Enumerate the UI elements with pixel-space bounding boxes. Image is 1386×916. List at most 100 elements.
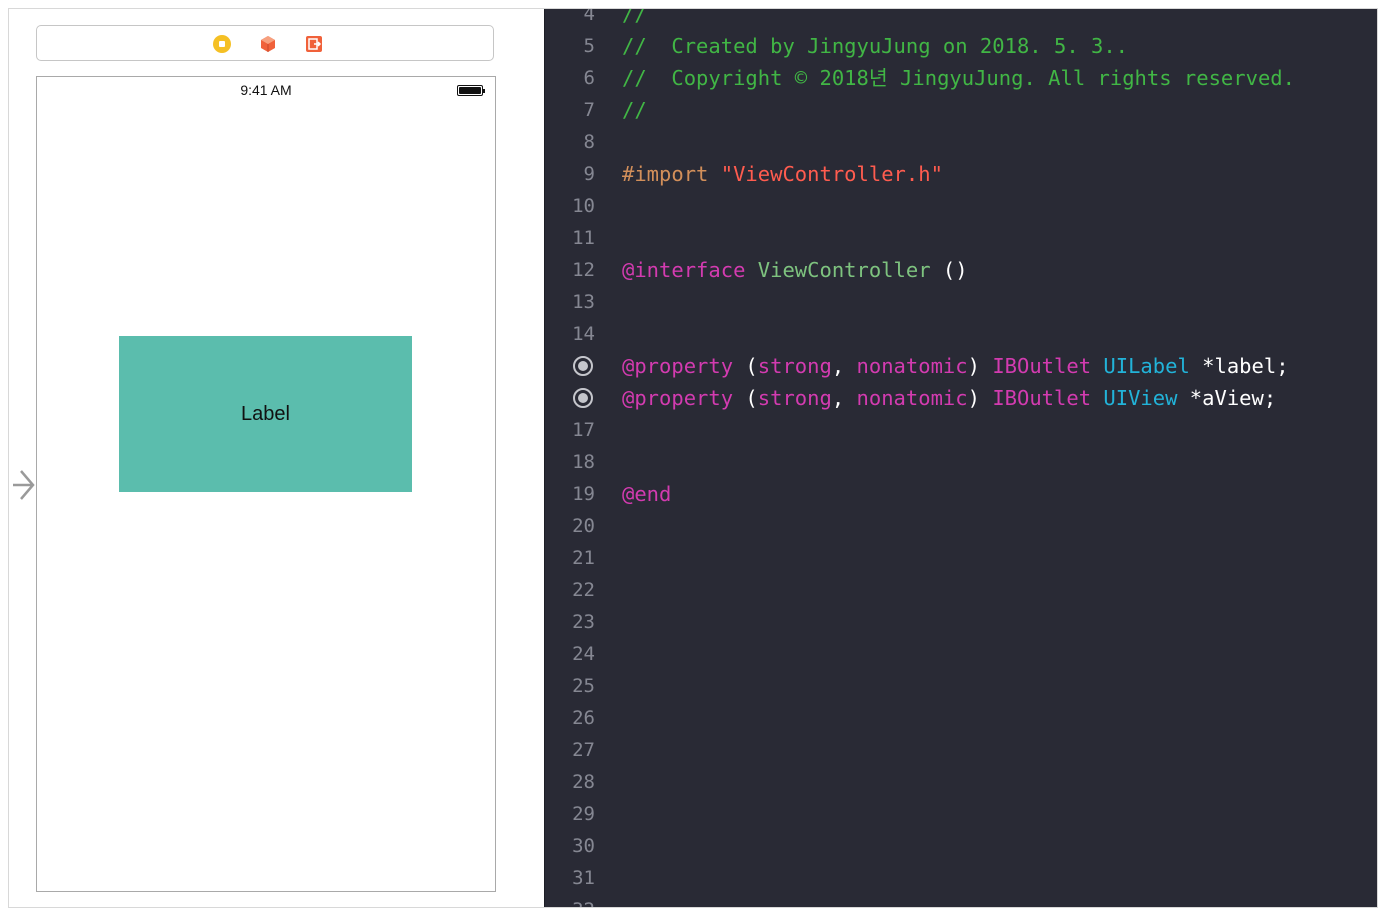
code-line[interactable]: 12 @interface ViewController () (545, 254, 1377, 286)
code-token: @property (622, 354, 734, 378)
line-number: 19 (572, 483, 595, 505)
code-editor[interactable]: 4 // 5 // Created by JingyuJung on 2018. 5.… (544, 9, 1377, 907)
line-number: 10 (572, 195, 595, 217)
code-token: ViewController (757, 258, 931, 282)
code-line[interactable]: 27 (545, 734, 1377, 766)
code-line[interactable]: @property (strong, nonatomic) IBOutlet U… (545, 350, 1377, 382)
view-controller-icon[interactable] (213, 35, 231, 53)
a-view[interactable]: Label (119, 336, 412, 492)
line-number: 22 (572, 579, 595, 601)
line-number: 14 (572, 323, 595, 345)
code-token: , (831, 354, 857, 378)
status-bar-time: 9:41 AM (240, 82, 292, 98)
scene-dock (36, 25, 494, 61)
code-line[interactable]: 7 // (545, 94, 1377, 126)
code-line[interactable]: @property (strong, nonatomic) IBOutlet U… (545, 382, 1377, 414)
code-line[interactable]: 19 @end (545, 478, 1377, 510)
line-number: 24 (572, 643, 595, 665)
code-line[interactable]: 9 #import "ViewController.h" (545, 158, 1377, 190)
line-number: 27 (572, 739, 595, 761)
code-token: IBOutlet (992, 354, 1092, 378)
code-token: ) (967, 354, 993, 378)
code-token: () (930, 258, 968, 282)
code-token: strong (757, 354, 832, 378)
storyboard-canvas[interactable]: 9:41 AM Label (9, 9, 544, 907)
line-number: 32 (545, 894, 595, 907)
line-number: 4 (583, 9, 595, 25)
line-number: 5 (583, 35, 595, 57)
code-token: // (622, 98, 647, 122)
code-line[interactable]: 32 (545, 894, 1377, 907)
code-token: "ViewController.h" (720, 162, 943, 186)
code-token: // Created by JingyuJung on 2018. 5. 3.. (622, 34, 1129, 58)
code-line[interactable]: 13 (545, 286, 1377, 318)
code-line[interactable]: 29 (545, 798, 1377, 830)
line-number: 8 (583, 131, 595, 153)
code-text: @property (strong, nonatomic) IBOutlet U… (622, 382, 1276, 414)
code-line[interactable]: 24 (545, 638, 1377, 670)
code-line[interactable]: 31 (545, 862, 1377, 894)
code-line[interactable]: 5 // Created by JingyuJung on 2018. 5. 3.… (545, 30, 1377, 62)
code-token: ) (967, 386, 993, 410)
code-token: strong (757, 386, 832, 410)
line-number: 23 (572, 611, 595, 633)
label[interactable]: Label (241, 403, 290, 426)
line-number: 17 (572, 419, 595, 441)
outlet-connection-icon[interactable] (573, 388, 593, 408)
line-number: 20 (572, 515, 595, 537)
line-number: 13 (572, 291, 595, 313)
code-line[interactable]: 10 (545, 190, 1377, 222)
code-text: @property (strong, nonatomic) IBOutlet U… (622, 350, 1289, 382)
initial-view-controller-arrow-icon[interactable] (9, 464, 37, 506)
xcode-window: 9:41 AM Label 4 // 5 // Created by JingyuJu… (9, 9, 1377, 907)
iphone-scene[interactable]: 9:41 AM Label (36, 76, 496, 892)
code-token: UIView (1103, 386, 1178, 410)
code-line[interactable]: 4 // (545, 9, 1377, 30)
code-line[interactable]: 26 (545, 702, 1377, 734)
code-token: IBOutlet (992, 386, 1092, 410)
exit-icon[interactable] (305, 35, 323, 53)
code-text: // (622, 94, 647, 126)
code-text: // Created by JingyuJung on 2018. 5. 3.. (622, 30, 1128, 62)
code-token: *label; (1189, 354, 1289, 378)
code-line[interactable]: 11 (545, 222, 1377, 254)
code-line[interactable]: 14 (545, 318, 1377, 350)
code-line[interactable]: 25 (545, 670, 1377, 702)
code-token: *aView; (1177, 386, 1277, 410)
code-line[interactable]: 28 (545, 766, 1377, 798)
line-number: 7 (583, 99, 595, 121)
line-number: 12 (572, 259, 595, 281)
code-token: #import (622, 162, 721, 186)
first-responder-icon[interactable] (259, 35, 277, 53)
line-number: 31 (572, 867, 595, 889)
code-text: // (622, 9, 647, 30)
code-text: @end (622, 478, 671, 510)
code-line[interactable]: 21 (545, 542, 1377, 574)
code-line[interactable]: 17 (545, 414, 1377, 446)
code-line[interactable]: 20 (545, 510, 1377, 542)
code-line[interactable]: 23 (545, 606, 1377, 638)
code-text: #import "ViewController.h" (622, 158, 943, 190)
code-token: @property (622, 386, 734, 410)
line-number: 21 (572, 547, 595, 569)
code-token: // Copyright © 2018년 JingyuJung. All rig… (622, 66, 1295, 90)
code-token: @end (622, 482, 672, 506)
code-text: // Copyright © 2018년 JingyuJung. All rig… (622, 62, 1295, 94)
code-token: UILabel (1103, 354, 1190, 378)
code-token: , (831, 386, 857, 410)
code-line[interactable]: 30 (545, 830, 1377, 862)
code-line[interactable]: 8 (545, 126, 1377, 158)
line-number: 25 (572, 675, 595, 697)
code-token: nonatomic (856, 386, 968, 410)
code-line[interactable]: 18 (545, 446, 1377, 478)
code-token: @interface (622, 258, 758, 282)
code-line[interactable]: 6 // Copyright © 2018년 JingyuJung. All ri… (545, 62, 1377, 94)
code-text: @interface ViewController () (622, 254, 968, 286)
code-token: ( (733, 354, 758, 378)
code-line[interactable]: 22 (545, 574, 1377, 606)
battery-icon (457, 85, 485, 96)
outlet-connection-icon[interactable] (573, 356, 593, 376)
line-number: 28 (572, 771, 595, 793)
